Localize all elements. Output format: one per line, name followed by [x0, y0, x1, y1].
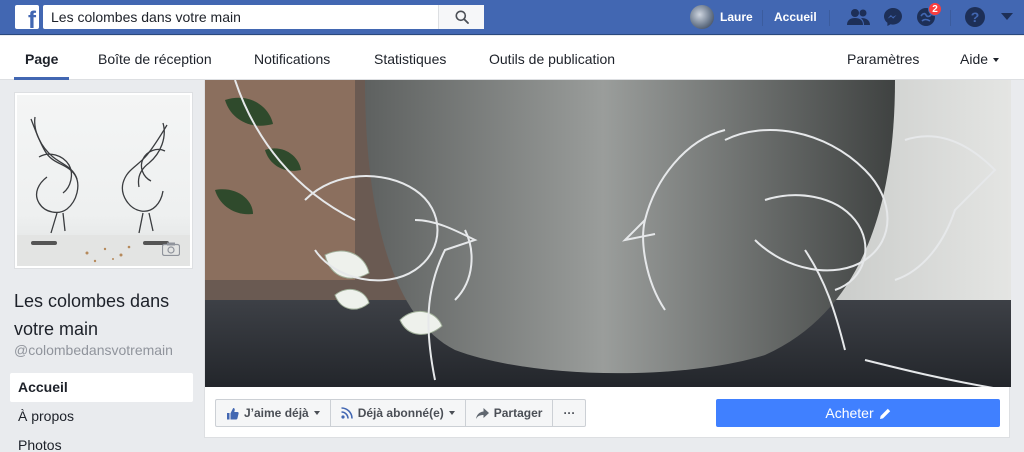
page-actions-bar: J’aime déjà Déjà abonné(e) Partager ··· …: [205, 387, 1011, 438]
pencil-icon: [879, 408, 890, 419]
sidebar-item-home[interactable]: Accueil: [10, 373, 193, 402]
search-button[interactable]: [438, 5, 484, 29]
top-bar: f Laure Accueil 2 ?: [0, 0, 1024, 35]
chevron-down-icon: [448, 411, 455, 415]
page-username[interactable]: @colombedansvotremain: [14, 342, 173, 358]
divider: [762, 10, 763, 26]
tab-label: Page: [25, 51, 59, 67]
friends-button[interactable]: [846, 5, 872, 29]
search-box: [43, 5, 484, 29]
tab-settings[interactable]: Paramètres: [847, 36, 919, 80]
messenger-button[interactable]: [880, 5, 906, 29]
tab-label: Notifications: [254, 51, 331, 67]
more-options-button[interactable]: ···: [552, 399, 587, 427]
tab-notifications[interactable]: Notifications: [254, 36, 330, 80]
facebook-logo-icon[interactable]: f: [15, 5, 39, 29]
account-menu-icon: [1001, 13, 1013, 20]
divider: [950, 10, 951, 26]
buy-button[interactable]: Acheter: [716, 399, 1000, 427]
tab-label: Boîte de réception: [98, 51, 212, 67]
tab-label: Outils de publication: [489, 51, 616, 67]
tab-page[interactable]: Page: [14, 36, 70, 80]
user-profile-link[interactable]: Laure: [690, 5, 753, 29]
camera-icon[interactable]: [162, 242, 180, 256]
home-link[interactable]: Accueil: [774, 10, 817, 24]
buy-label: Acheter: [825, 405, 874, 421]
more-icon: ···: [563, 406, 576, 420]
user-name: Laure: [720, 10, 753, 24]
divider: [829, 10, 830, 26]
page-title[interactable]: Les colombes dans votre main: [14, 287, 194, 343]
follow-button[interactable]: Déjà abonné(e): [329, 399, 466, 427]
tab-inbox[interactable]: Boîte de réception: [98, 36, 212, 80]
thumbs-up-icon: [227, 407, 239, 419]
cover-photo[interactable]: [205, 80, 1011, 387]
sidebar-item-about[interactable]: À propos: [10, 402, 193, 431]
chevron-down-icon: [313, 411, 320, 415]
notifications-button[interactable]: 2: [913, 2, 942, 29]
cover-image: [205, 80, 1011, 387]
tab-publishing-tools[interactable]: Outils de publication: [489, 36, 615, 80]
search-input[interactable]: [43, 5, 438, 29]
account-menu-button[interactable]: [994, 5, 1020, 29]
like-button[interactable]: J’aime déjà: [215, 399, 331, 427]
notifications-badge: 2: [928, 2, 942, 16]
share-button[interactable]: Partager: [464, 399, 554, 427]
cover-card: J’aime déjà Déjà abonné(e) Partager ··· …: [204, 80, 1011, 438]
page-action-buttons: J’aime déjà Déjà abonné(e) Partager ···: [215, 399, 587, 427]
tab-label: Paramètres: [847, 51, 920, 67]
avatar: [690, 5, 714, 29]
wire-birds-image: [17, 116, 190, 266]
search-icon: [455, 10, 469, 24]
share-label: Partager: [493, 406, 543, 420]
profile-picture[interactable]: [14, 92, 193, 269]
svg-text:?: ?: [971, 9, 980, 25]
tab-insights[interactable]: Statistiques: [374, 36, 446, 80]
page-nav-bar: Page Boîte de réception Notifications St…: [0, 36, 1024, 80]
messenger-icon: [884, 8, 902, 26]
profile-photo: [17, 95, 190, 266]
friends-icon: [847, 9, 870, 25]
like-label: J’aime déjà: [244, 406, 309, 420]
help-dropdown[interactable]: Aide: [960, 36, 1000, 80]
tab-label: Statistiques: [374, 51, 447, 67]
help-icon: ?: [965, 7, 985, 27]
share-arrow-icon: [475, 407, 489, 419]
chevron-down-icon: [993, 58, 1000, 63]
follow-label: Déjà abonné(e): [357, 406, 444, 420]
help-button[interactable]: ?: [962, 5, 988, 29]
rss-icon: [341, 407, 353, 419]
tab-label: Aide: [960, 51, 989, 67]
sidebar-item-photos[interactable]: Photos: [10, 431, 193, 452]
page-sidebar-nav: Accueil À propos Photos: [10, 373, 193, 452]
